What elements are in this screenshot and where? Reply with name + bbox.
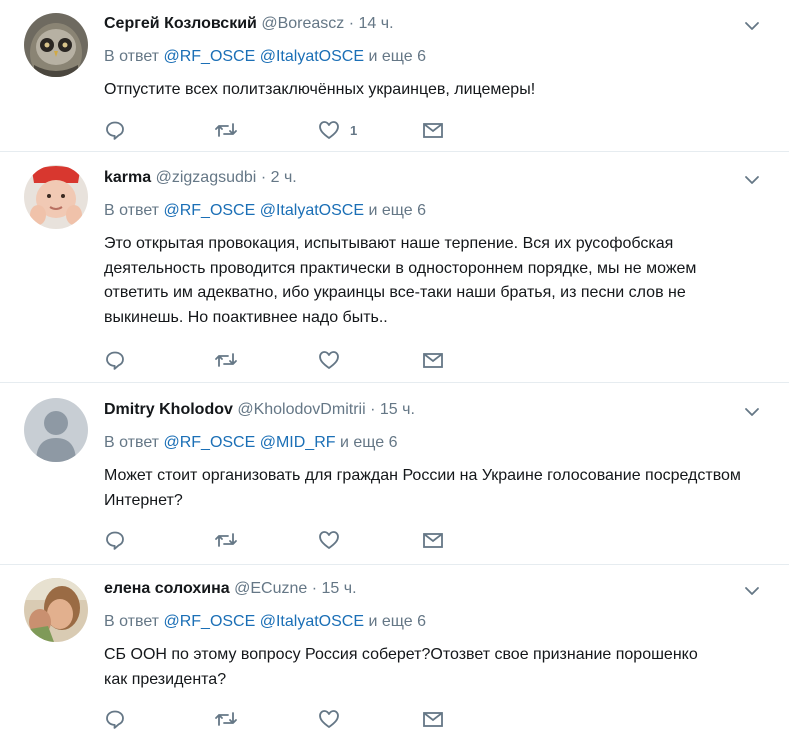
retweet-icon xyxy=(215,353,237,367)
display-name[interactable]: елена солохина xyxy=(104,580,230,597)
user-handle[interactable]: @ECuzne xyxy=(234,580,307,597)
and-more-label: и еще xyxy=(368,613,413,630)
like-button[interactable] xyxy=(318,528,350,552)
and-more-count[interactable]: 6 xyxy=(417,613,426,630)
direct-message-button[interactable] xyxy=(422,707,444,731)
reply-prefix: В ответ xyxy=(104,48,160,65)
like-count: 1 xyxy=(350,122,358,138)
and-more-count[interactable]: 6 xyxy=(389,434,398,451)
avatar[interactable] xyxy=(24,578,88,642)
and-more-label: и еще xyxy=(368,48,413,65)
reply-prefix: В ответ xyxy=(104,202,160,219)
direct-message-button[interactable] xyxy=(422,118,444,142)
tweet-text: Может стоит организовать для граждан Рос… xyxy=(104,467,741,509)
and-more-label: и еще xyxy=(368,202,413,219)
timestamp[interactable]: 14 ч. xyxy=(359,15,394,32)
reply-context: В ответ @RF_OSCE @ItalyatOSCE и еще 6 xyxy=(104,45,765,69)
reply-icon xyxy=(106,531,124,550)
heart-icon xyxy=(319,531,339,549)
mention-link[interactable]: @RF_OSCE xyxy=(163,434,255,451)
tweet-header: Dmitry Kholodov @KholodovDmitrii · 15 ч. xyxy=(104,398,765,422)
chevron-down-icon[interactable] xyxy=(743,403,761,421)
timestamp[interactable]: 2 ч. xyxy=(271,169,297,186)
reply-icon xyxy=(106,121,124,140)
tweet-header: karma @zigzagsudbi · 2 ч. xyxy=(104,166,765,190)
avatar[interactable] xyxy=(24,165,88,229)
retweet-button[interactable] xyxy=(214,348,238,372)
reply-icon xyxy=(106,351,124,370)
reply-button[interactable] xyxy=(104,707,126,731)
envelope-icon xyxy=(423,353,443,368)
mention-link[interactable]: @MID_RF xyxy=(260,434,336,451)
tweet[interactable]: Dmitry Kholodov @KholodovDmitrii · 15 ч.… xyxy=(0,383,789,565)
display-name[interactable]: Dmitry Kholodov xyxy=(104,401,233,418)
retweet-button[interactable] xyxy=(214,528,238,552)
mention-link[interactable]: @ItalyatOSCE xyxy=(260,202,364,219)
tweet[interactable]: karma @zigzagsudbi · 2 ч. В ответ @RF_OS… xyxy=(0,152,789,383)
retweet-button[interactable] xyxy=(214,707,238,731)
retweet-icon xyxy=(215,712,237,726)
separator-dot: · xyxy=(311,580,318,597)
user-handle[interactable]: @zigzagsudbi xyxy=(156,169,257,186)
separator-dot: · xyxy=(348,15,355,32)
avatar[interactable] xyxy=(24,13,88,77)
mention-link[interactable]: @RF_OSCE xyxy=(163,48,255,65)
reply-context: В ответ @RF_OSCE @MID_RF и еще 6 xyxy=(104,431,765,455)
direct-message-button[interactable] xyxy=(422,528,444,552)
tweet[interactable]: Сергей Козловский @Boreascz · 14 ч. В от… xyxy=(0,0,789,152)
envelope-icon xyxy=(423,533,443,548)
heart-icon xyxy=(319,121,339,139)
separator-dot: · xyxy=(260,169,267,186)
avatar[interactable] xyxy=(24,398,88,462)
user-handle[interactable]: @Boreascz xyxy=(261,15,344,32)
like-button[interactable] xyxy=(318,707,350,731)
direct-message-button[interactable] xyxy=(422,348,444,372)
timestamp[interactable]: 15 ч. xyxy=(322,580,357,597)
and-more-count[interactable]: 6 xyxy=(417,48,426,65)
tweet-text: Это открытая провокация, испытывают наше… xyxy=(104,235,697,326)
timestamp[interactable]: 15 ч. xyxy=(380,401,415,418)
chevron-down-icon[interactable] xyxy=(743,582,761,600)
envelope-icon xyxy=(423,712,443,727)
reply-button[interactable] xyxy=(104,118,126,142)
tweet-header: Сергей Козловский @Boreascz · 14 ч. xyxy=(104,12,765,36)
like-button[interactable] xyxy=(318,348,350,372)
reply-context: В ответ @RF_OSCE @ItalyatOSCE и еще 6 xyxy=(104,199,765,223)
chevron-down-icon[interactable] xyxy=(743,171,761,189)
display-name[interactable]: Сергей Козловский xyxy=(104,15,257,32)
display-name[interactable]: karma xyxy=(104,169,151,186)
reply-button[interactable] xyxy=(104,348,126,372)
tweet-text: СБ ООН по этому вопросу Россия соберет?О… xyxy=(104,646,698,688)
heart-icon xyxy=(319,710,339,728)
user-handle[interactable]: @KholodovDmitrii xyxy=(237,401,365,418)
heart-icon xyxy=(319,351,339,369)
tweet[interactable]: елена солохина @ECuzne · 15 ч. В ответ @… xyxy=(0,565,789,741)
mention-link[interactable]: @ItalyatOSCE xyxy=(260,613,364,630)
and-more-count[interactable]: 6 xyxy=(417,202,426,219)
mention-link[interactable]: @RF_OSCE xyxy=(163,202,255,219)
like-button[interactable]: 1 xyxy=(318,118,357,142)
reply-prefix: В ответ xyxy=(104,613,160,630)
reply-prefix: В ответ xyxy=(104,434,160,451)
retweet-icon xyxy=(215,123,237,137)
reply-icon xyxy=(106,710,124,729)
retweet-button[interactable] xyxy=(214,118,238,142)
tweet-header: елена солохина @ECuzne · 15 ч. xyxy=(104,577,765,601)
chevron-down-icon[interactable] xyxy=(743,17,761,35)
mention-link[interactable]: @RF_OSCE xyxy=(163,613,255,630)
tweet-text: Отпустите всех политзаключённых украинце… xyxy=(104,81,536,98)
reply-button[interactable] xyxy=(104,528,126,552)
separator-dot: · xyxy=(370,401,376,418)
mention-link[interactable]: @ItalyatOSCE xyxy=(260,48,364,65)
retweet-icon xyxy=(215,533,237,547)
and-more-label: и еще xyxy=(339,434,385,451)
envelope-icon xyxy=(423,123,443,138)
reply-context: В ответ @RF_OSCE @ItalyatOSCE и еще 6 xyxy=(104,610,765,634)
